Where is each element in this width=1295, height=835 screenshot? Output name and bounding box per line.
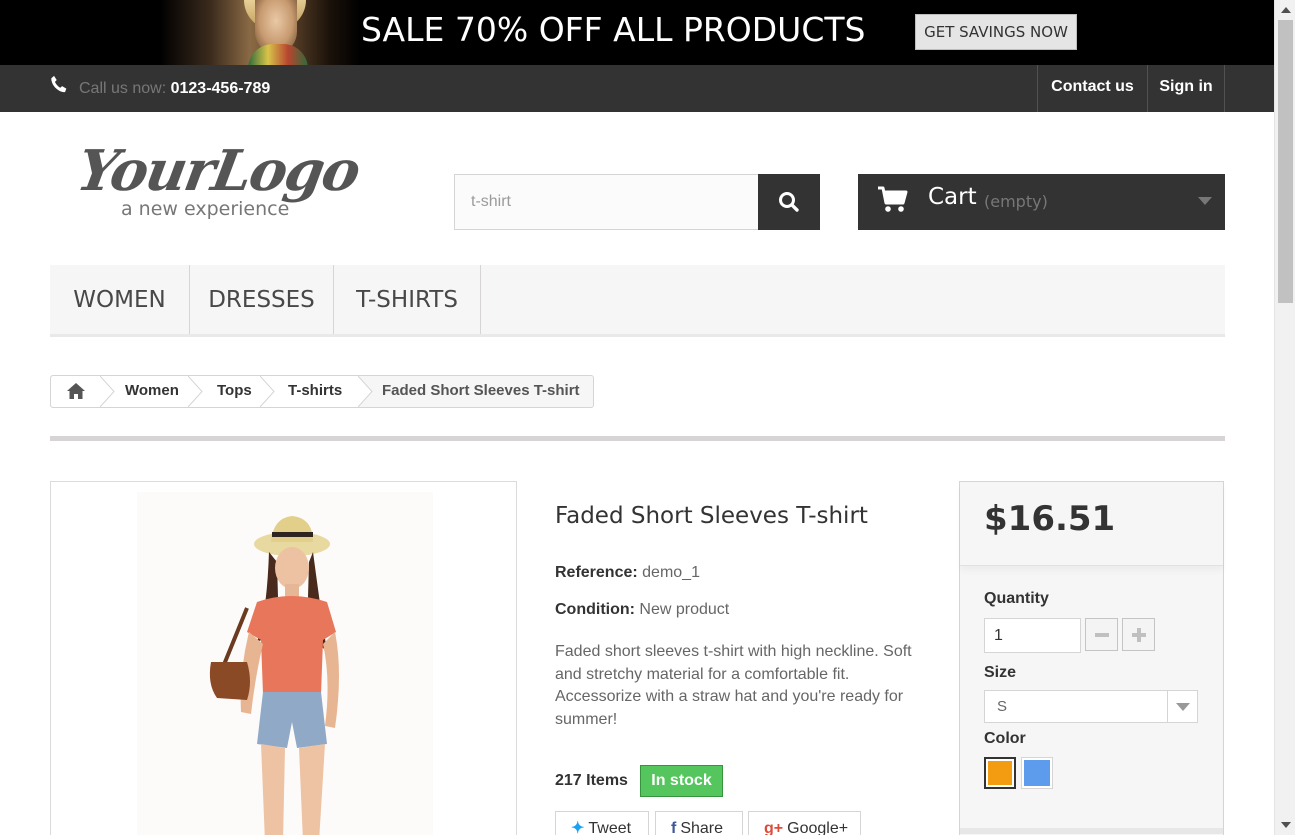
- get-savings-button[interactable]: GET SAVINGS NOW: [915, 14, 1077, 50]
- cart-button[interactable]: Cart (empty): [858, 174, 1225, 230]
- sign-in-link[interactable]: Sign in: [1147, 65, 1225, 112]
- cart-label: Cart: [928, 184, 977, 210]
- product-condition: Condition: New product: [555, 601, 729, 619]
- buybox-divider: [960, 828, 1223, 834]
- condition-value: New product: [639, 601, 730, 618]
- reference-label: Reference:: [555, 564, 638, 581]
- buy-box: $16.51 Quantity Size S Color: [959, 481, 1224, 835]
- breadcrumb: Women Tops T-shirts Faded Short Sleeves …: [50, 375, 594, 408]
- share-label: Share: [680, 820, 724, 835]
- size-value: S: [997, 698, 1008, 715]
- menu-item-women[interactable]: WOMEN: [50, 265, 190, 334]
- scroll-down-arrow-icon[interactable]: [1281, 822, 1291, 828]
- condition-label: Condition:: [555, 601, 635, 618]
- product-price: $16.51: [984, 499, 1116, 539]
- top-nav-bar: Call us now: 0123-456-789 Contact us Sig…: [0, 65, 1274, 112]
- facebook-icon: f: [671, 820, 677, 835]
- search-input[interactable]: [454, 174, 759, 230]
- swatch-fill: [988, 761, 1012, 785]
- plus-icon: [1132, 628, 1146, 642]
- promo-banner[interactable]: SALE 70% OFF ALL PRODUCTS GET SAVINGS NO…: [0, 0, 1274, 65]
- breadcrumb-home[interactable]: [51, 376, 101, 407]
- reference-value: demo_1: [642, 564, 700, 581]
- size-dropdown-toggle[interactable]: [1167, 691, 1197, 722]
- google-plus-icon: g+: [764, 820, 784, 835]
- search-button[interactable]: [758, 174, 820, 230]
- contact-us-link[interactable]: Contact us: [1037, 65, 1147, 112]
- breadcrumb-separator: [358, 376, 373, 407]
- chevron-down-icon: [1198, 197, 1212, 205]
- product-reference: Reference: demo_1: [555, 564, 700, 582]
- phone-icon: [51, 75, 67, 93]
- color-swatch-orange[interactable]: [984, 757, 1016, 789]
- banner-model-image: [160, 0, 360, 65]
- logo-wordmark: YourLogo: [72, 138, 364, 204]
- color-label: Color: [984, 730, 1026, 747]
- product-photo: [137, 492, 433, 835]
- banner-headline: SALE 70% OFF ALL PRODUCTS: [361, 10, 866, 49]
- breadcrumb-separator: [100, 376, 115, 407]
- chevron-down-icon: [1176, 703, 1190, 711]
- menu-item-tshirts[interactable]: T-SHIRTS: [334, 265, 481, 334]
- minus-icon: [1095, 633, 1109, 637]
- tweet-label: Tweet: [588, 820, 632, 835]
- quantity-input[interactable]: [984, 618, 1081, 653]
- scroll-up-arrow-icon[interactable]: [1281, 7, 1291, 13]
- google-plus-label: Google+: [787, 820, 849, 835]
- size-select[interactable]: S: [984, 690, 1198, 723]
- breadcrumb-separator: [188, 376, 203, 407]
- product-image[interactable]: [50, 481, 517, 835]
- breadcrumb-current: Faded Short Sleeves T-shirt: [382, 382, 580, 399]
- site-logo[interactable]: YourLogo a new experience: [72, 138, 378, 228]
- quantity-label: Quantity: [984, 590, 1049, 607]
- logo-tagline: a new experience: [121, 198, 290, 220]
- call-label: Call us now:: [79, 80, 167, 97]
- swatch-fill: [1024, 760, 1050, 786]
- section-divider: [50, 436, 1225, 441]
- size-label: Size: [984, 664, 1017, 681]
- tweet-button[interactable]: ✦ Tweet: [555, 811, 649, 835]
- phone-number: 0123-456-789: [170, 80, 271, 97]
- breadcrumb-separator: [260, 376, 275, 407]
- menu-item-dresses[interactable]: DRESSES: [190, 265, 334, 334]
- cart-status: (empty): [984, 192, 1048, 211]
- product-title: Faded Short Sleeves T-shirt: [555, 503, 868, 529]
- share-button[interactable]: f Share: [655, 811, 743, 835]
- google-plus-button[interactable]: g+ Google+: [748, 811, 861, 835]
- cart-icon: [878, 186, 908, 212]
- stock-quantity: 217 Items: [555, 772, 628, 789]
- main-menu: WOMEN DRESSES T-SHIRTS: [50, 265, 1225, 337]
- search-icon: [779, 192, 799, 212]
- stock-status-badge: In stock: [640, 765, 723, 797]
- vertical-scrollbar[interactable]: [1274, 0, 1295, 835]
- quantity-increase-button[interactable]: [1122, 618, 1155, 651]
- call-us: Call us now: 0123-456-789: [79, 80, 270, 98]
- home-icon: [67, 383, 85, 399]
- twitter-icon: ✦: [571, 820, 585, 835]
- color-swatch-blue[interactable]: [1021, 757, 1053, 789]
- product-description: Faded short sleeves t-shirt with high ne…: [555, 643, 912, 728]
- price-area: $16.51: [960, 482, 1223, 566]
- quantity-decrease-button[interactable]: [1085, 618, 1118, 651]
- scrollbar-thumb[interactable]: [1278, 20, 1293, 303]
